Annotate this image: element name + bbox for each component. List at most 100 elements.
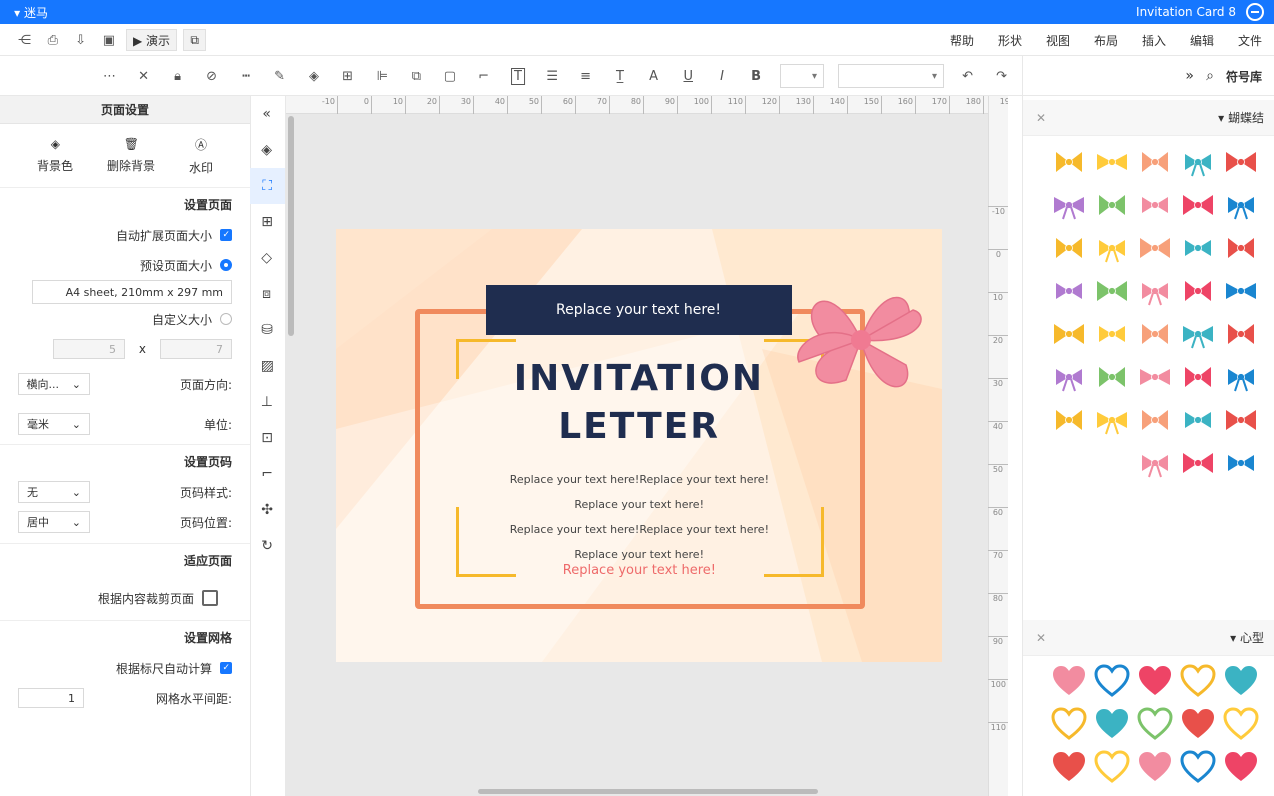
number-style-select[interactable]: ⌄ 无 xyxy=(18,481,90,503)
align-icon[interactable]: ≡ xyxy=(576,66,596,86)
bow-symbol-icon[interactable] xyxy=(1048,140,1091,183)
auto-calc-row[interactable]: ✓ 根据标尺自动计算 xyxy=(18,653,232,683)
radio-preset[interactable] xyxy=(220,259,232,271)
attachment-icon[interactable]: ⊡ xyxy=(249,420,285,456)
font-color-icon[interactable]: A xyxy=(644,66,664,86)
bow-symbol-icon[interactable] xyxy=(1091,312,1134,355)
bow-symbol-icon[interactable] xyxy=(1048,398,1091,441)
shape-icon[interactable]: ▢ xyxy=(440,66,460,86)
heart-symbol-icon[interactable] xyxy=(1091,746,1134,789)
heart-symbol-icon[interactable] xyxy=(1048,746,1091,789)
bow-symbol-icon[interactable] xyxy=(1220,183,1263,226)
bow-symbol-icon[interactable] xyxy=(1048,355,1091,398)
number-position-select[interactable]: ⌄ 居中 xyxy=(18,511,90,533)
bow-symbol-icon[interactable] xyxy=(1091,183,1134,226)
line-spacing-icon[interactable]: ☰ xyxy=(542,66,562,86)
hierarchy-icon[interactable]: ⊥ xyxy=(249,384,285,420)
crop-row[interactable]: 根据内容裁剪页面 xyxy=(18,576,232,620)
menu-item[interactable]: 形状 xyxy=(986,32,1034,49)
auto-extend-row[interactable]: ✓ 自动扩展页面大小 xyxy=(18,220,232,250)
present-button[interactable]: ▶ 演示 xyxy=(126,29,178,51)
bow-symbol-icon[interactable] xyxy=(1091,269,1134,312)
bow-symbol-icon[interactable] xyxy=(1134,355,1177,398)
invitation-page[interactable]: Replace your text here! INVITATION LETTE… xyxy=(336,229,942,662)
bow-symbol-icon[interactable] xyxy=(1134,183,1177,226)
heart-symbol-icon[interactable] xyxy=(1177,660,1220,703)
category-header[interactable]: ▾ 心型 ✕ xyxy=(1022,620,1274,656)
underline-icon[interactable]: U xyxy=(678,66,698,86)
crop-icon[interactable] xyxy=(202,590,218,606)
heart-symbol-icon[interactable] xyxy=(1091,703,1134,746)
italic-icon[interactable]: I xyxy=(712,66,732,86)
theme-grid-icon[interactable]: ⊞ xyxy=(249,204,285,240)
bow-symbol-icon[interactable] xyxy=(1177,398,1220,441)
redo-icon[interactable]: ↷ xyxy=(992,66,1012,86)
page-setup-icon[interactable]: ⛶ xyxy=(249,168,285,204)
heart-symbol-icon[interactable] xyxy=(1177,746,1220,789)
bow-symbol-icon[interactable] xyxy=(1177,441,1220,484)
bow-symbol-icon[interactable] xyxy=(1134,312,1177,355)
font-size-select[interactable]: ▾ xyxy=(780,64,824,88)
layer-icon[interactable]: ⧉ xyxy=(406,66,426,86)
body-text[interactable]: Replace your text here!Replace your text… xyxy=(466,467,812,567)
bow-symbol-icon[interactable] xyxy=(1220,441,1263,484)
width-input[interactable]: 7 xyxy=(160,339,232,359)
banner[interactable]: Replace your text here! xyxy=(486,285,792,335)
heart-symbol-icon[interactable] xyxy=(1091,660,1134,703)
text-box-icon[interactable]: T xyxy=(508,66,528,86)
search-icon[interactable]: ⌕ xyxy=(1206,68,1214,84)
accent-line[interactable]: Replace your text here! xyxy=(466,563,812,578)
bow-symbol-icon[interactable] xyxy=(1177,312,1220,355)
connector-icon[interactable]: ⌐ xyxy=(474,66,494,86)
text-style-icon[interactable]: T̲ xyxy=(610,66,630,86)
save-icon[interactable]: ▣ xyxy=(98,29,120,51)
bow-symbol-icon[interactable] xyxy=(1177,269,1220,312)
menu-item[interactable]: 视图 xyxy=(1034,32,1082,49)
fit-icon[interactable]: ✣ xyxy=(249,492,285,528)
line-color-icon[interactable]: ✎ xyxy=(270,66,290,86)
bow-symbol-icon[interactable] xyxy=(1220,269,1263,312)
bow-symbol-icon[interactable] xyxy=(1048,226,1091,269)
unit-select[interactable]: ⌄ 毫米 xyxy=(18,413,90,435)
custom-size-row[interactable]: 自定义大小 xyxy=(18,304,232,334)
menu-item[interactable]: 插入 xyxy=(1130,32,1178,49)
bow-symbol-icon[interactable] xyxy=(1091,355,1134,398)
checkbox[interactable]: ✓ xyxy=(220,229,232,241)
crop-icon[interactable]: ⊘ xyxy=(202,66,222,86)
bow-symbol-icon[interactable] xyxy=(1091,140,1134,183)
radio-custom[interactable] xyxy=(220,313,232,325)
data-icon[interactable]: ⛁ xyxy=(249,312,285,348)
print-icon[interactable]: ⎙ xyxy=(42,29,64,51)
menu-item[interactable]: 布局 xyxy=(1082,32,1130,49)
checkbox[interactable]: ✓ xyxy=(220,662,232,674)
close-icon[interactable]: ✕ xyxy=(1036,631,1046,645)
bow-symbol-icon[interactable] xyxy=(1134,269,1177,312)
bow-symbol-icon[interactable] xyxy=(1048,183,1091,226)
fill-style-icon[interactable]: ◈ xyxy=(249,132,285,168)
collapse-caret-icon[interactable]: ▾ 心型 xyxy=(1230,629,1264,646)
lock-icon[interactable]: 🔒︎ xyxy=(168,66,188,86)
more-icon[interactable]: ⋯ xyxy=(100,66,120,86)
remove-background-tab[interactable]: 🗑︎ 删除背景 xyxy=(107,137,155,174)
bow-symbol-icon[interactable] xyxy=(1220,140,1263,183)
bow-symbol-icon[interactable] xyxy=(1177,140,1220,183)
image-icon[interactable]: ▨ xyxy=(249,348,285,384)
user-menu[interactable]: ▾ 迷马 xyxy=(14,4,48,21)
undo-icon[interactable]: ↶ xyxy=(958,66,978,86)
menu-item[interactable]: 编辑 xyxy=(1178,32,1226,49)
presentation-icon[interactable]: ⧈ xyxy=(249,276,285,312)
heart-symbol-icon[interactable] xyxy=(1134,660,1177,703)
heart-symbol-icon[interactable] xyxy=(1177,703,1220,746)
bow-symbol-icon[interactable] xyxy=(1220,226,1263,269)
bow-symbol-icon[interactable] xyxy=(1177,183,1220,226)
fill-icon[interactable]: ◈ xyxy=(304,66,324,86)
history-icon[interactable]: ↻ xyxy=(249,528,285,564)
background-color-tab[interactable]: ◈ 背景色 xyxy=(37,137,73,174)
bow-symbol-icon[interactable] xyxy=(1091,226,1134,269)
bow-symbol-icon[interactable] xyxy=(1048,269,1091,312)
watermark-tab[interactable]: Ⓐ 水印 xyxy=(189,136,213,176)
heart-symbol-icon[interactable] xyxy=(1220,660,1263,703)
bow-symbol-icon[interactable] xyxy=(1177,226,1220,269)
menu-item[interactable]: 文件 xyxy=(1226,32,1274,49)
present-toggle[interactable]: ⧉ xyxy=(183,29,206,51)
